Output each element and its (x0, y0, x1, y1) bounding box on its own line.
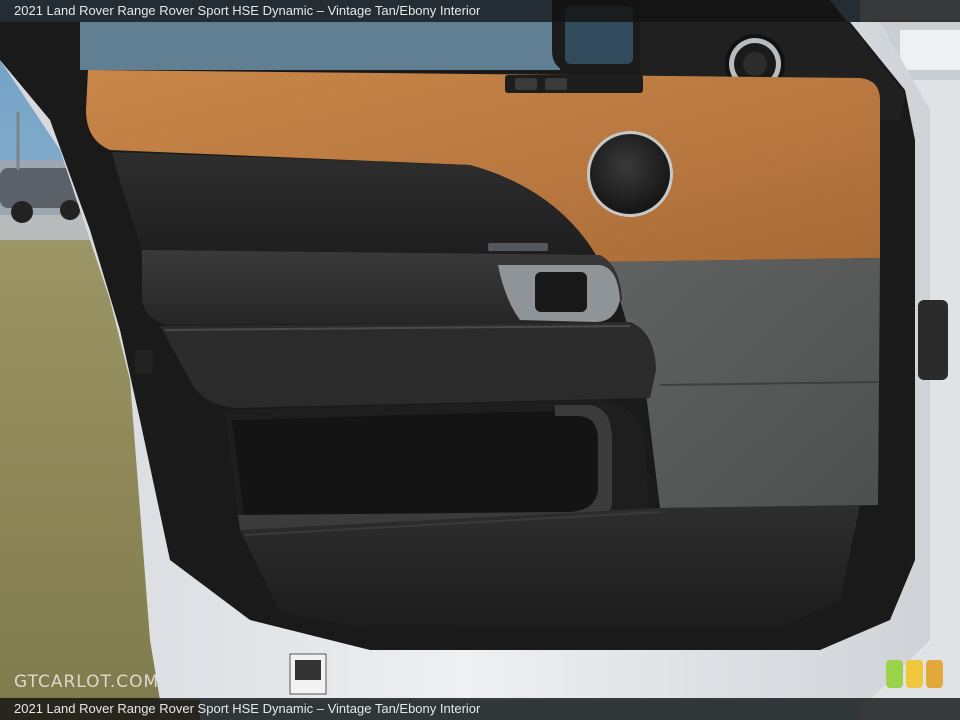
car-door-interior-photo (0, 0, 960, 720)
window-glass (80, 22, 560, 70)
rating-thumbs[interactable] (886, 660, 946, 688)
door-handle (498, 265, 620, 322)
thumb-yellow-icon[interactable] (906, 660, 923, 688)
thumb-green-icon[interactable] (886, 660, 903, 688)
door-speaker (587, 131, 673, 217)
lock-button (488, 243, 548, 251)
door-pocket-opening (232, 410, 610, 522)
door-latch (135, 350, 153, 374)
caption-bottom: 2021 Land Rover Range Rover Sport HSE Dy… (0, 698, 960, 720)
site-watermark: GTCARLOT.COM (14, 672, 160, 692)
armrest-lower (160, 322, 656, 408)
door-label-sticker (289, 653, 327, 695)
caption-top: 2021 Land Rover Range Rover Sport HSE Dy… (0, 0, 960, 22)
thumb-orange-icon[interactable] (926, 660, 943, 688)
photo-stage: 2021 Land Rover Range Rover Sport HSE Dy… (0, 0, 960, 720)
door-striker (918, 300, 948, 380)
